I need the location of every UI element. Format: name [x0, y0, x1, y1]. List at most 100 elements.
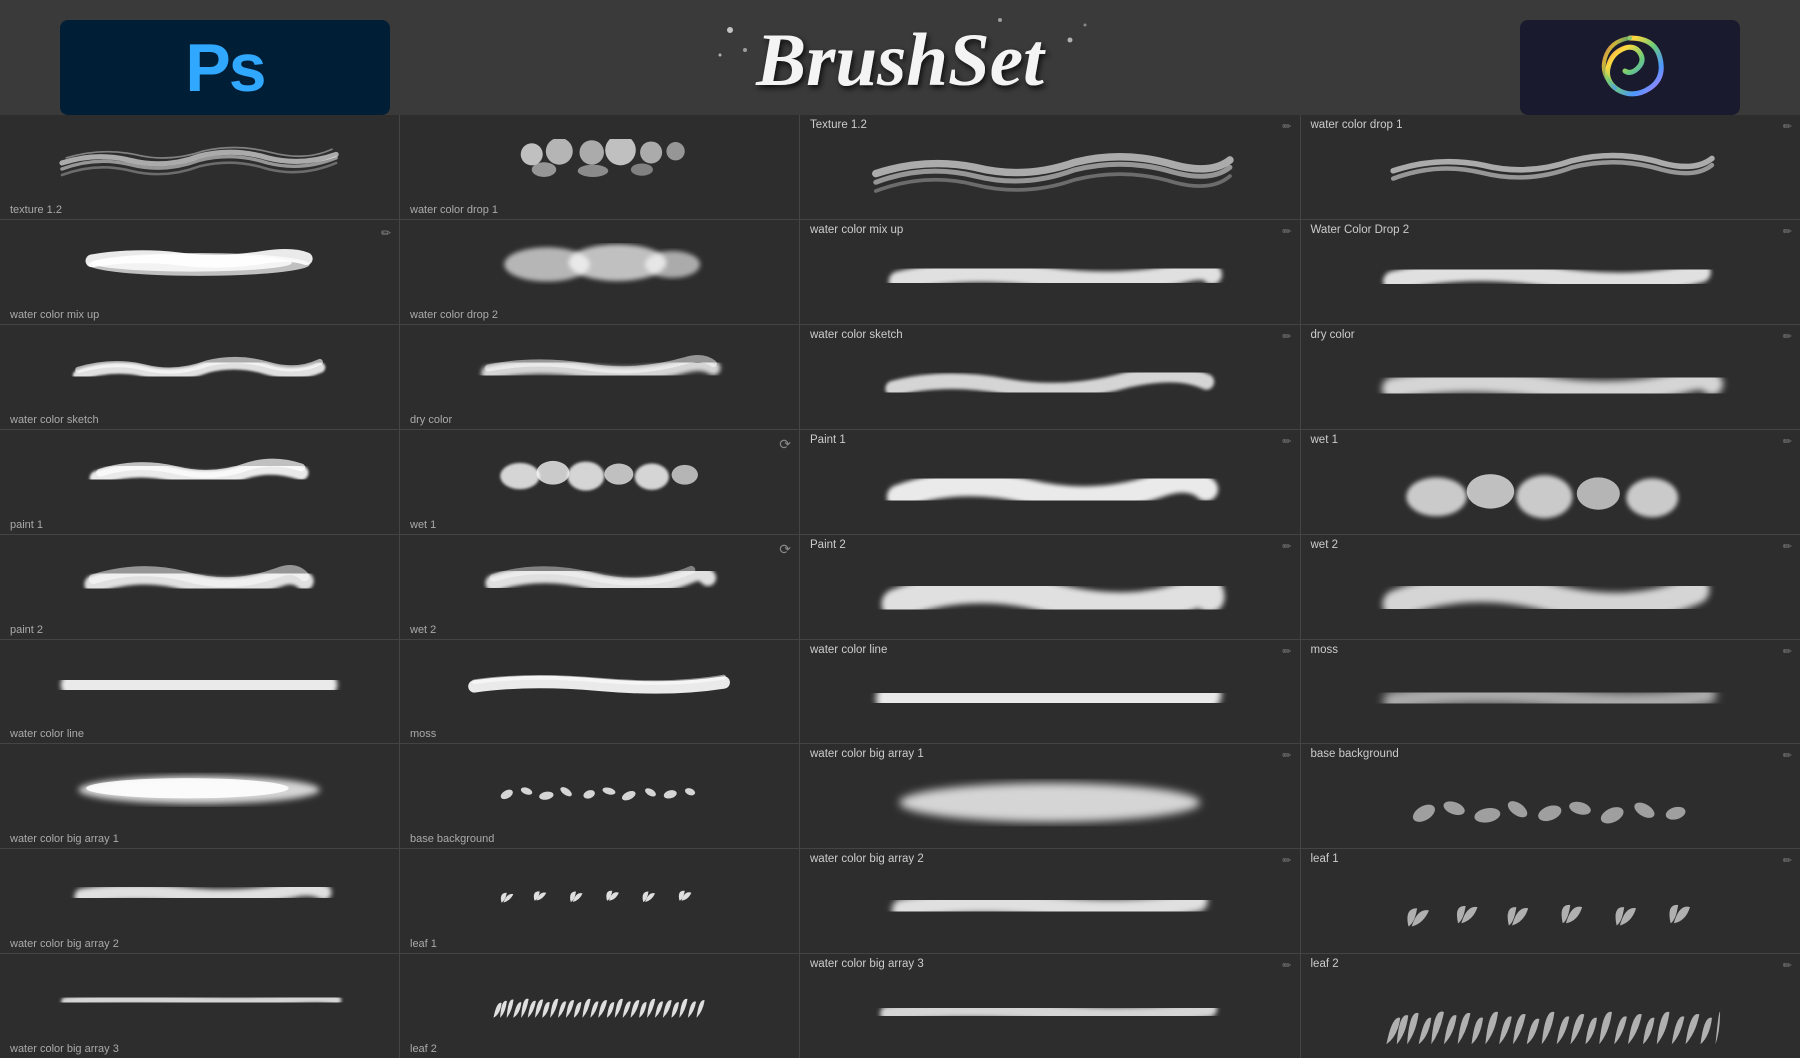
rpc2-wc-drop-2: Water Color Drop 2 ✏ — [1301, 220, 1800, 325]
stroke-leaf-1 — [438, 873, 760, 916]
stroke-sketch — [38, 348, 360, 391]
brush-cell-big-array-1: water color big array 1 — [0, 744, 399, 849]
edit-icon-mix-up: ✏ — [381, 226, 391, 240]
title-area: BrushSet — [650, 0, 1150, 115]
stroke-paint-1 — [38, 453, 360, 496]
rpc2-edit-leaf-1: ✏ — [1783, 854, 1792, 867]
stroke-moss — [438, 663, 760, 706]
stroke-dry-color — [438, 348, 760, 391]
rpc-preview-big-array-1 — [810, 762, 1290, 842]
brush-cell-wet-1: wet 1 ⟳ — [400, 430, 799, 535]
stroke-paint-2 — [38, 558, 360, 601]
rpc2-leaf-2: leaf 2 ✏ — [1301, 954, 1800, 1058]
rpc2-base-bg: base background ✏ — [1301, 744, 1800, 849]
rpc-label-wc-line: water color line — [810, 644, 1290, 656]
rpc-water-color-mix-up: water color mix up ✏ — [800, 220, 1300, 325]
label-wc-drop-2: water color drop 2 — [410, 309, 498, 321]
label-moss: moss — [410, 728, 436, 740]
rpc-preview-paint-2 — [810, 553, 1290, 639]
rpc-paint-2: Paint 2 ✏ — [800, 535, 1300, 640]
rpc-label-big-array-3: water color big array 3 — [810, 958, 1290, 970]
rpc2-preview-moss — [1311, 658, 1791, 738]
stroke-texture-1-2 — [38, 139, 360, 182]
rpc-edit-sketch: ✏ — [1282, 330, 1291, 343]
rpc-paint-1: Paint 1 ✏ — [800, 430, 1300, 535]
rpc-preview-texture — [810, 133, 1290, 213]
procreate-icon-svg — [1590, 33, 1670, 103]
label-big-array-1: water color big array 1 — [10, 833, 119, 845]
brush-cell-base-bg: base background — [400, 744, 799, 849]
rpc-edit-big-array-2: ✏ — [1282, 854, 1291, 867]
label-big-array-3-left: water color big array 3 — [10, 1043, 119, 1055]
rpc-preview-mix-up — [810, 238, 1290, 318]
rpc-water-color-sketch: water color sketch ✏ — [800, 325, 1300, 430]
rpc2-edit-base-bg: ✏ — [1783, 749, 1792, 762]
rpc2-label-wet-2: wet 2 — [1311, 539, 1791, 551]
brush-cell-wet-2: wet 2 ⟳ — [400, 535, 799, 640]
rpc-label-texture: Texture 1.2 — [810, 119, 1290, 131]
rpc2-label-dry-color: dry color — [1311, 329, 1791, 341]
rpc2-moss: moss ✏ — [1301, 640, 1800, 745]
rpc-big-array-3: water color big array 3 ✏ — [800, 954, 1300, 1058]
brush-cell-dry-color: dry color — [400, 325, 799, 430]
rpc2-edit-leaf-2: ✏ — [1783, 959, 1792, 972]
label-dry-color: dry color — [410, 414, 452, 426]
brush-cell-water-color-line: water color line — [0, 640, 399, 745]
brush-cell-wc-drop-1: water color drop 1 — [400, 115, 799, 220]
procreate-logo — [1520, 20, 1740, 115]
brush-cell-big-array-3: water color big array 3 — [0, 954, 399, 1058]
stroke-wc-drop-1 — [438, 139, 760, 182]
rpc2-edit-wc-drop-2: ✏ — [1783, 225, 1792, 238]
middle-panel: water color drop 1 water color drop 2 — [400, 115, 800, 1058]
rpc2-preview-base-bg — [1311, 762, 1791, 848]
brush-cell-wc-drop-2: water color drop 2 — [400, 220, 799, 325]
main-container: Ps BrushSet — [0, 0, 1800, 1008]
label-wet-2: wet 2 — [410, 624, 436, 636]
rpc-label-big-array-1: water color big array 1 — [810, 748, 1290, 760]
label-base-bg: base background — [410, 833, 494, 845]
rpc2-preview-wc-drop-1 — [1311, 133, 1791, 213]
label-water-color-line: water color line — [10, 728, 84, 740]
rpc-label-big-array-2: water color big array 2 — [810, 853, 1290, 865]
rpc-big-array-1: water color big array 1 ✏ — [800, 744, 1300, 849]
brush-cell-big-array-2: water color big array 2 — [0, 849, 399, 954]
label-leaf-1: leaf 1 — [410, 938, 437, 950]
rpc2-edit-wet-2: ✏ — [1783, 540, 1792, 553]
stroke-water-color-line — [38, 663, 360, 706]
rpc2-label-leaf-1: leaf 1 — [1311, 853, 1791, 865]
rpc-label-sketch: water color sketch — [810, 329, 1290, 341]
rpc-label-mix-up: water color mix up — [810, 224, 1290, 236]
label-leaf-2: leaf 2 — [410, 1043, 437, 1055]
procreate-icon-wet2: ⟳ — [779, 541, 791, 558]
rpc-edit-paint-1: ✏ — [1282, 435, 1291, 448]
brush-cell-moss: moss — [400, 640, 799, 745]
rpc-edit-wc-line: ✏ — [1282, 645, 1291, 658]
rpc2-wet-2: wet 2 ✏ — [1301, 535, 1800, 640]
left-panel: texture 1.2 water color mix up ✏ — [0, 115, 400, 1058]
right-col-2: water color drop 1 ✏ Water Color Drop 2 … — [1301, 115, 1800, 1058]
brush-cell-sketch: water color sketch — [0, 325, 399, 430]
rpc-big-array-2: water color big array 2 ✏ — [800, 849, 1300, 954]
rpc2-dry-color: dry color ✏ — [1301, 325, 1800, 430]
rpc-preview-wc-line — [810, 658, 1290, 738]
stroke-wet-2 — [438, 558, 760, 601]
ps-logo: Ps — [60, 20, 390, 115]
stroke-big-array-2 — [38, 873, 360, 916]
rpc2-preview-dry-color — [1311, 343, 1791, 423]
rpc2-label-wc-drop-2: Water Color Drop 2 — [1311, 224, 1791, 236]
rpc-edit-big-array-1: ✏ — [1282, 749, 1291, 762]
rpc2-label-leaf-2: leaf 2 — [1311, 958, 1791, 970]
rpc-texture-1-2: Texture 1.2 ✏ — [800, 115, 1300, 220]
rpc-label-paint-2: Paint 2 — [810, 539, 1290, 551]
rpc-edit-paint-2: ✏ — [1282, 540, 1291, 553]
rpc2-label-moss: moss — [1311, 644, 1791, 656]
ps-text: Ps — [185, 29, 264, 107]
rpc-preview-big-array-3 — [810, 972, 1290, 1052]
header: Ps BrushSet — [0, 0, 1800, 115]
label-big-array-2: water color big array 2 — [10, 938, 119, 950]
rpc2-wet-1: wet 1 ✏ — [1301, 430, 1800, 535]
svg-text:BrushSet: BrushSet — [755, 19, 1046, 102]
stroke-wc-drop-2 — [438, 243, 760, 286]
rpc2-label-base-bg: base background — [1311, 748, 1791, 760]
label-wc-drop-1: water color drop 1 — [410, 204, 498, 216]
